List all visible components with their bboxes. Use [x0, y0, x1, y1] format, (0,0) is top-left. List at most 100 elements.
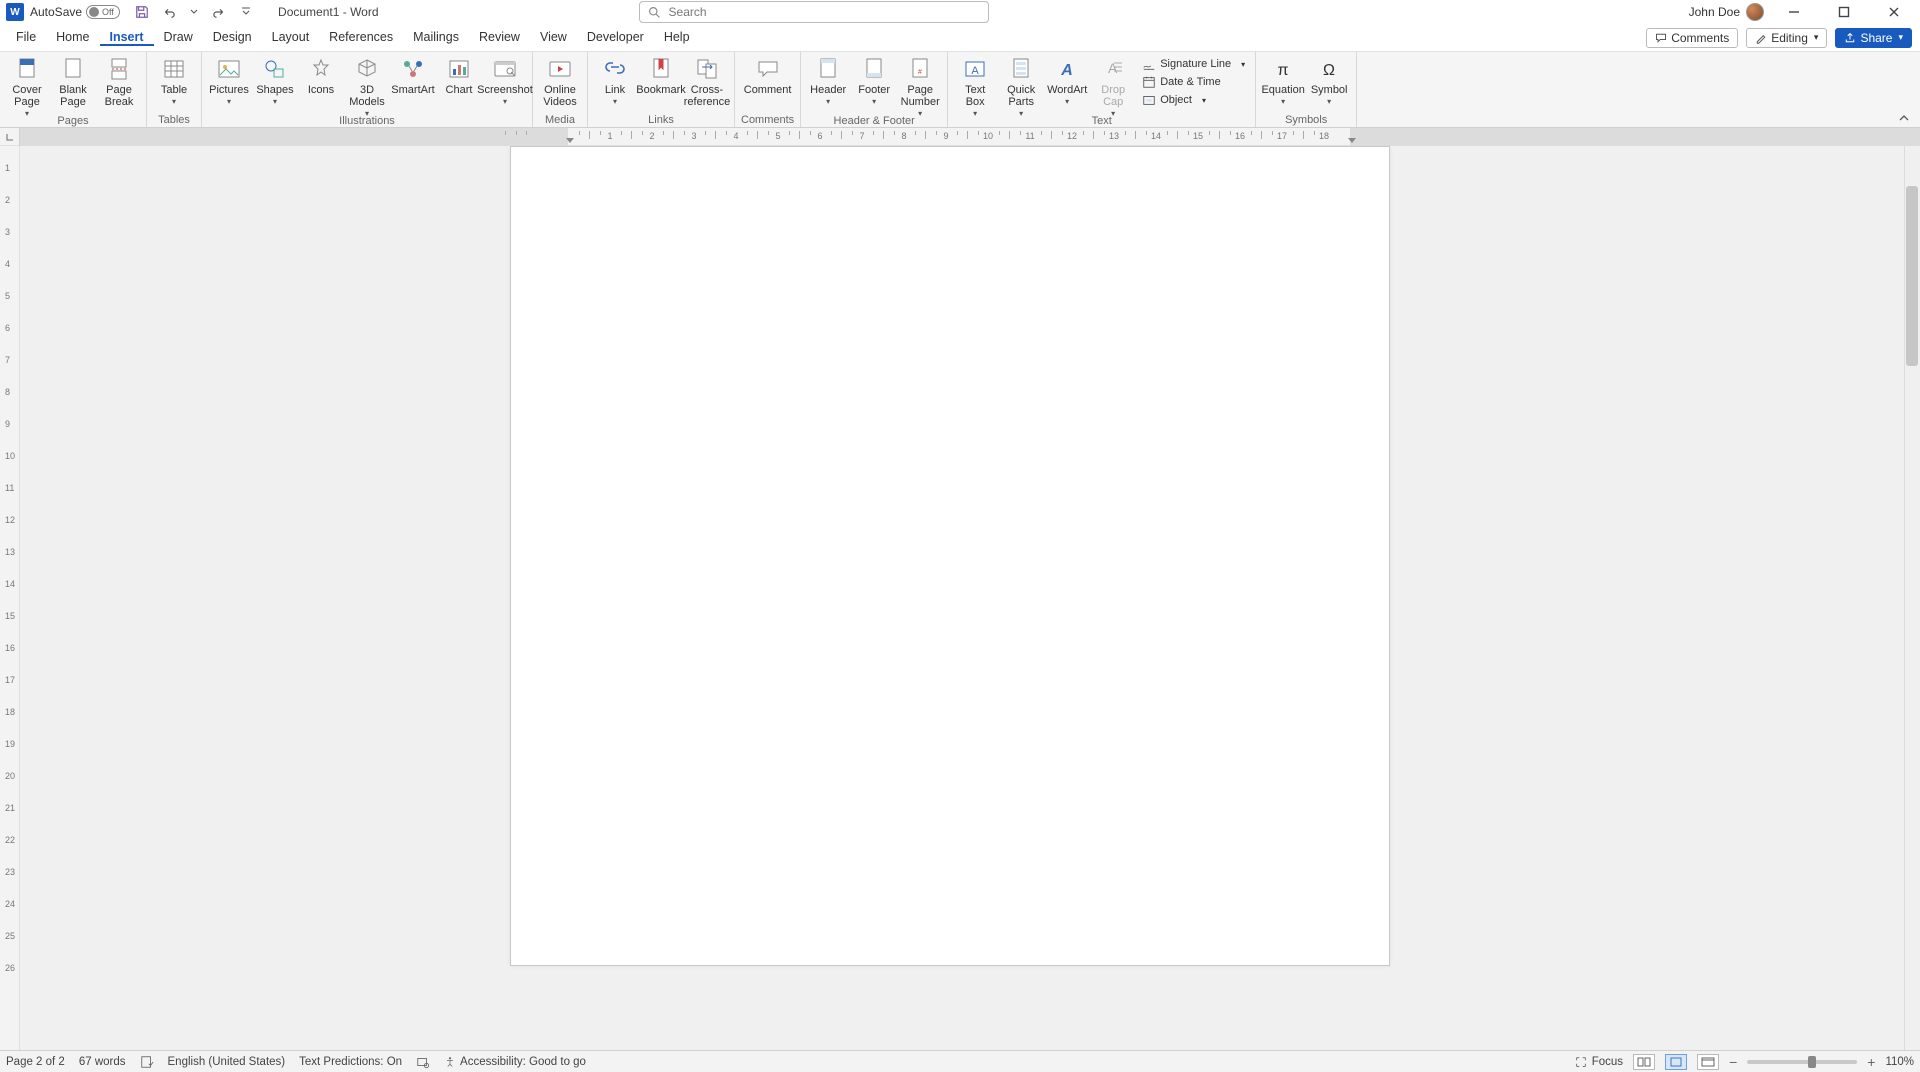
page-number-button[interactable]: #PageNumber▾	[899, 54, 941, 120]
status-page[interactable]: Page 2 of 2	[6, 1056, 65, 1068]
tab-references[interactable]: References	[319, 30, 403, 46]
tab-help[interactable]: Help	[654, 30, 700, 46]
tab-review[interactable]: Review	[469, 30, 530, 46]
tab-insert[interactable]: Insert	[100, 30, 154, 46]
text-box-button[interactable]: ATextBox▾	[954, 54, 996, 120]
tab-design[interactable]: Design	[203, 30, 262, 46]
status-language[interactable]: English (United States)	[168, 1056, 286, 1068]
bookmark-button[interactable]: Bookmark	[640, 54, 682, 96]
undo-icon[interactable]	[160, 4, 176, 20]
tab-developer[interactable]: Developer	[577, 30, 654, 46]
tab-layout[interactable]: Layout	[262, 30, 320, 46]
header-button[interactable]: Header▾	[807, 54, 849, 108]
status-text-predictions[interactable]: Text Predictions: On	[299, 1056, 402, 1068]
date-time-button[interactable]: Date & Time	[1138, 74, 1249, 90]
drop-cap-button: ADropCap▾	[1092, 54, 1134, 120]
zoom-out-button[interactable]: −	[1729, 1054, 1737, 1070]
signature-line-button[interactable]: Signature Line ▾	[1138, 56, 1249, 72]
right-indent-marker-icon[interactable]	[1348, 138, 1356, 143]
read-mode-view-button[interactable]	[1633, 1054, 1655, 1070]
footer-button[interactable]: Footer▾	[853, 54, 895, 108]
undo-dropdown-icon[interactable]	[186, 4, 202, 20]
zoom-slider-thumb[interactable]	[1808, 1056, 1816, 1068]
screenshot-button[interactable]: Screenshot▾	[484, 54, 526, 108]
user-name: John Doe	[1689, 5, 1740, 19]
status-accessibility[interactable]: Accessibility: Good to go	[444, 1056, 586, 1068]
chart-button[interactable]: Chart	[438, 54, 480, 96]
comments-button[interactable]: Comments	[1646, 28, 1738, 48]
ruler-vertical[interactable]: 1234567891011121314151617181920212223242…	[0, 146, 20, 1050]
pictures-button[interactable]: Pictures▾	[208, 54, 250, 108]
autosave-toggle[interactable]: AutoSave Off	[30, 5, 120, 19]
table-button[interactable]: Table▾	[153, 54, 195, 108]
redo-icon[interactable]	[212, 4, 228, 20]
avatar-icon	[1746, 3, 1764, 21]
status-word-count[interactable]: 67 words	[79, 1056, 126, 1068]
editing-mode-button[interactable]: Editing ▾	[1746, 28, 1827, 48]
qat-customize-icon[interactable]	[238, 4, 254, 20]
tab-draw[interactable]: Draw	[154, 30, 203, 46]
close-button[interactable]	[1874, 2, 1914, 22]
word-app-icon: W	[6, 3, 24, 21]
status-bar: Page 2 of 2 67 words English (United Sta…	[0, 1050, 1920, 1072]
maximize-button[interactable]	[1824, 2, 1864, 22]
share-icon	[1844, 32, 1856, 44]
cover-page-button[interactable]: CoverPage▾	[6, 54, 48, 120]
document-workspace: 1234567891011121314151617181920212223242…	[0, 146, 1920, 1050]
icons-button[interactable]: Icons	[300, 54, 342, 96]
wordart-button[interactable]: AWordArt▾	[1046, 54, 1088, 108]
smartart-button[interactable]: SmartArt	[392, 54, 434, 96]
chart-icon	[445, 56, 473, 82]
save-icon[interactable]	[134, 4, 150, 20]
cross-reference-button[interactable]: Cross-reference	[686, 54, 728, 108]
account-user[interactable]: John Doe	[1689, 3, 1764, 21]
ruler-horizontal[interactable]: 123456789101112131415161718	[0, 128, 1920, 146]
quick-parts-button[interactable]: QuickParts▾	[1000, 54, 1042, 120]
vertical-scrollbar[interactable]	[1904, 146, 1920, 1050]
search-box[interactable]: Search	[639, 1, 989, 23]
page-break-button[interactable]: PageBreak	[98, 54, 140, 108]
symbol-icon: Ω	[1315, 56, 1343, 82]
print-layout-view-button[interactable]	[1665, 1054, 1687, 1070]
header-icon	[814, 56, 842, 82]
tab-file[interactable]: File	[6, 30, 46, 46]
minimize-button[interactable]	[1774, 2, 1814, 22]
text-box-icon: A	[961, 56, 989, 82]
ribbon-group-illustrations: Pictures▾Shapes▾Icons3DModels▾SmartArtCh…	[202, 52, 533, 127]
scrollbar-thumb[interactable]	[1906, 186, 1918, 366]
status-macro[interactable]	[416, 1055, 430, 1069]
web-layout-view-button[interactable]	[1697, 1054, 1719, 1070]
zoom-in-button[interactable]: +	[1867, 1054, 1875, 1070]
chevron-down-icon: ▾	[1241, 60, 1245, 69]
blank-page-button[interactable]: BlankPage	[52, 54, 94, 108]
symbol-button[interactable]: ΩSymbol▾	[1308, 54, 1350, 108]
pencil-icon	[1755, 32, 1767, 44]
shapes-button[interactable]: Shapes▾	[254, 54, 296, 108]
3d-models-button[interactable]: 3DModels▾	[346, 54, 388, 120]
object-button[interactable]: Object ▾	[1138, 92, 1249, 108]
online-videos-button[interactable]: OnlineVideos	[539, 54, 581, 108]
link-button[interactable]: Link▾	[594, 54, 636, 108]
page[interactable]	[510, 146, 1390, 966]
status-spellcheck[interactable]	[140, 1055, 154, 1069]
equation-button[interactable]: πEquation▾	[1262, 54, 1304, 108]
svg-text:A: A	[1060, 62, 1073, 79]
focus-mode-button[interactable]: Focus	[1574, 1055, 1623, 1069]
chevron-down-icon: ▾	[25, 108, 29, 120]
group-label: Symbols	[1285, 113, 1327, 127]
chevron-down-icon: ▾	[918, 108, 922, 120]
ribbon-group-links: Link▾BookmarkCross-referenceLinks	[588, 52, 735, 127]
comment-button[interactable]: Comment	[747, 54, 789, 96]
tab-home[interactable]: Home	[46, 30, 99, 46]
toggle-switch-icon[interactable]: Off	[86, 5, 120, 19]
share-button[interactable]: Share ▾	[1835, 28, 1912, 48]
tab-mailings[interactable]: Mailings	[403, 30, 469, 46]
cover-page-icon	[13, 56, 41, 82]
zoom-slider[interactable]	[1747, 1060, 1857, 1064]
collapse-ribbon-icon[interactable]	[1898, 113, 1910, 123]
ruler-tab-selector[interactable]	[0, 128, 20, 146]
zoom-level-button[interactable]: 110%	[1885, 1056, 1914, 1068]
indent-marker-icon[interactable]	[566, 138, 574, 143]
tab-view[interactable]: View	[530, 30, 577, 46]
document-canvas[interactable]	[20, 146, 1920, 1050]
